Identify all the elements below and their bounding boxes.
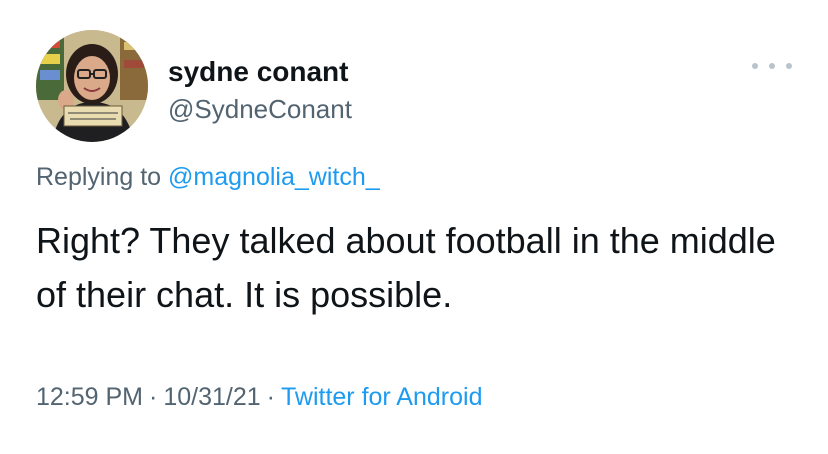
more-dot bbox=[769, 63, 775, 69]
reply-mention-link[interactable]: @magnolia_witch_ bbox=[168, 163, 380, 191]
tweet-source-link[interactable]: Twitter for Android bbox=[281, 383, 482, 411]
more-dot bbox=[752, 63, 758, 69]
replying-to: Replying to @magnolia_witch_ bbox=[36, 163, 380, 192]
meta-separator: · bbox=[149, 383, 158, 411]
tweet-text: Right? They talked about football in the… bbox=[36, 220, 776, 315]
author-name[interactable]: sydne conant bbox=[168, 56, 348, 88]
tweet-date[interactable]: 10/31/21 bbox=[163, 383, 260, 411]
tweet-time[interactable]: 12:59 PM bbox=[36, 383, 143, 411]
more-horizontal-icon[interactable] bbox=[752, 56, 792, 76]
more-dot bbox=[786, 63, 792, 69]
tweet-metadata: 12:59 PM · 10/31/21 · Twitter for Android bbox=[36, 383, 482, 412]
author-handle[interactable]: @SydneConant bbox=[168, 94, 352, 125]
replying-to-prefix: Replying to bbox=[36, 163, 169, 191]
tweet-card: sydne conant @SydneConant Replying to @m… bbox=[0, 0, 828, 454]
avatar[interactable] bbox=[36, 30, 148, 142]
meta-separator: · bbox=[266, 383, 275, 411]
